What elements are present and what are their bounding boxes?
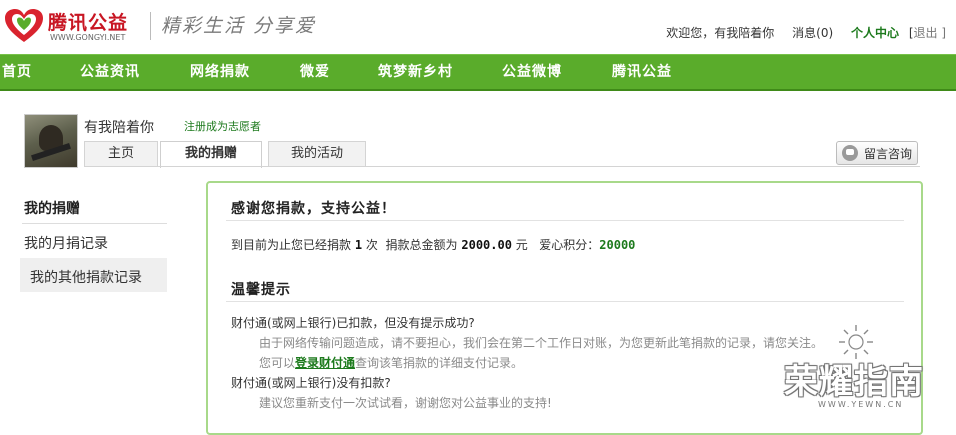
nav-item-weibo[interactable]: 公益微博 xyxy=(502,55,562,89)
divider xyxy=(226,220,904,221)
heart-logo-icon xyxy=(5,9,43,42)
welcome-text: 欢迎您，有我陪着你 xyxy=(666,26,775,40)
logout-link[interactable]: 退出 ] xyxy=(914,26,947,40)
answer-prefix: 您可以 xyxy=(259,356,296,370)
thanks-title: 感谢您捐款，支持公益！ xyxy=(231,201,396,217)
donation-count: 1 xyxy=(354,238,363,252)
points-label: 爱心积分： xyxy=(539,238,600,252)
watermark: 荣耀指南 WWW.YEWN.CN xyxy=(770,318,940,418)
messages-link[interactable]: 消息(0) xyxy=(792,26,833,40)
sidebar-item-label: 我的其他捐款记录 xyxy=(30,270,142,286)
sidebar-item-other-donations[interactable]: 我的其他捐款记录 xyxy=(20,258,167,292)
gongyi-logo[interactable]: 腾讯公益 WWW.GONGYI.NET xyxy=(4,6,144,46)
avatar[interactable] xyxy=(24,114,78,168)
divider xyxy=(226,301,904,302)
sidebar-item-monthly[interactable]: 我的月捐记录 xyxy=(24,233,108,253)
watermark-url: WWW.YEWN.CN xyxy=(818,400,904,409)
tab-home[interactable]: 主页 xyxy=(84,141,158,166)
faq-question-1: 财付通(或网上银行)已扣款，但没有提示成功? xyxy=(231,316,475,330)
brand-name: 腾讯公益 xyxy=(48,12,129,34)
faq-answer-1-line-2: 您可以登录财付通查询该笔捐款的详细支付记录。 xyxy=(259,354,523,371)
love-points: 20000 xyxy=(599,238,636,252)
brand-url: WWW.GONGYI.NET xyxy=(50,33,126,42)
consult-button-label: 留言咨询 xyxy=(864,147,913,161)
nav-item-village[interactable]: 筑梦新乡村 xyxy=(378,55,453,89)
consult-button[interactable]: 留言咨询 xyxy=(836,141,918,165)
faq-answer-2: 建议您重新支付一次试试看，谢谢您对公益事业的支持! xyxy=(259,396,552,410)
donation-stats: 到目前为止您已经捐款 1 次 捐款总金额为 2000.00 元 爱心积分：200… xyxy=(231,236,635,253)
nav-item-weiai[interactable]: 微爱 xyxy=(300,55,330,89)
amount-unit: 元 xyxy=(515,238,528,252)
sidebar-divider xyxy=(22,223,167,224)
personal-center-link[interactable]: 个人中心 xyxy=(851,26,899,40)
tab-my-activities[interactable]: 我的活动 xyxy=(268,141,366,166)
stats-prefix: 到目前为止您已经捐款 xyxy=(231,238,352,252)
nav-item-tencent-gongyi[interactable]: 腾讯公益 xyxy=(612,55,672,89)
username: 有我陪着你 xyxy=(84,120,154,136)
answer-suffix: 查询该笔捐款的详细支付记录。 xyxy=(355,356,524,370)
main-nav: 首页 公益资讯 网络捐款 微爱 筑梦新乡村 公益微博 腾讯公益 xyxy=(0,54,956,91)
nav-item-donate[interactable]: 网络捐款 xyxy=(190,55,250,89)
faq-answer-1-line-1: 由于网络传输问题造成，请不要担心，我们会在第二个工作日对账，为您更新此笔捐款的记… xyxy=(259,336,824,350)
faq-question-2: 财付通(或网上银行)没有扣款? xyxy=(231,376,391,390)
tabs-divider xyxy=(84,166,920,167)
tab-my-donations[interactable]: 我的捐赠 xyxy=(160,141,262,168)
register-volunteer-link[interactable]: 注册成为志愿者 xyxy=(184,118,261,134)
slogan: 精彩生活 分享爱 xyxy=(150,12,316,40)
user-links: 欢迎您，有我陪着你 消息(0) 个人中心 [退出 ] xyxy=(666,24,946,41)
nav-item-home[interactable]: 首页 xyxy=(2,55,32,89)
login-tenpay-link[interactable]: 登录财付通 xyxy=(295,356,355,370)
tips-title: 温馨提示 xyxy=(231,282,291,298)
total-amount: 2000.00 xyxy=(461,238,512,252)
stats-count-suffix: 次 捐款总金额为 xyxy=(365,238,458,252)
watermark-text: 荣耀指南 xyxy=(784,362,924,402)
chat-icon xyxy=(842,145,858,161)
site-header: 腾讯公益 WWW.GONGYI.NET 精彩生活 分享爱 欢迎您，有我陪着你 消… xyxy=(0,0,956,54)
nav-item-news[interactable]: 公益资讯 xyxy=(80,55,140,89)
sidebar-title[interactable]: 我的捐赠 xyxy=(24,198,80,218)
